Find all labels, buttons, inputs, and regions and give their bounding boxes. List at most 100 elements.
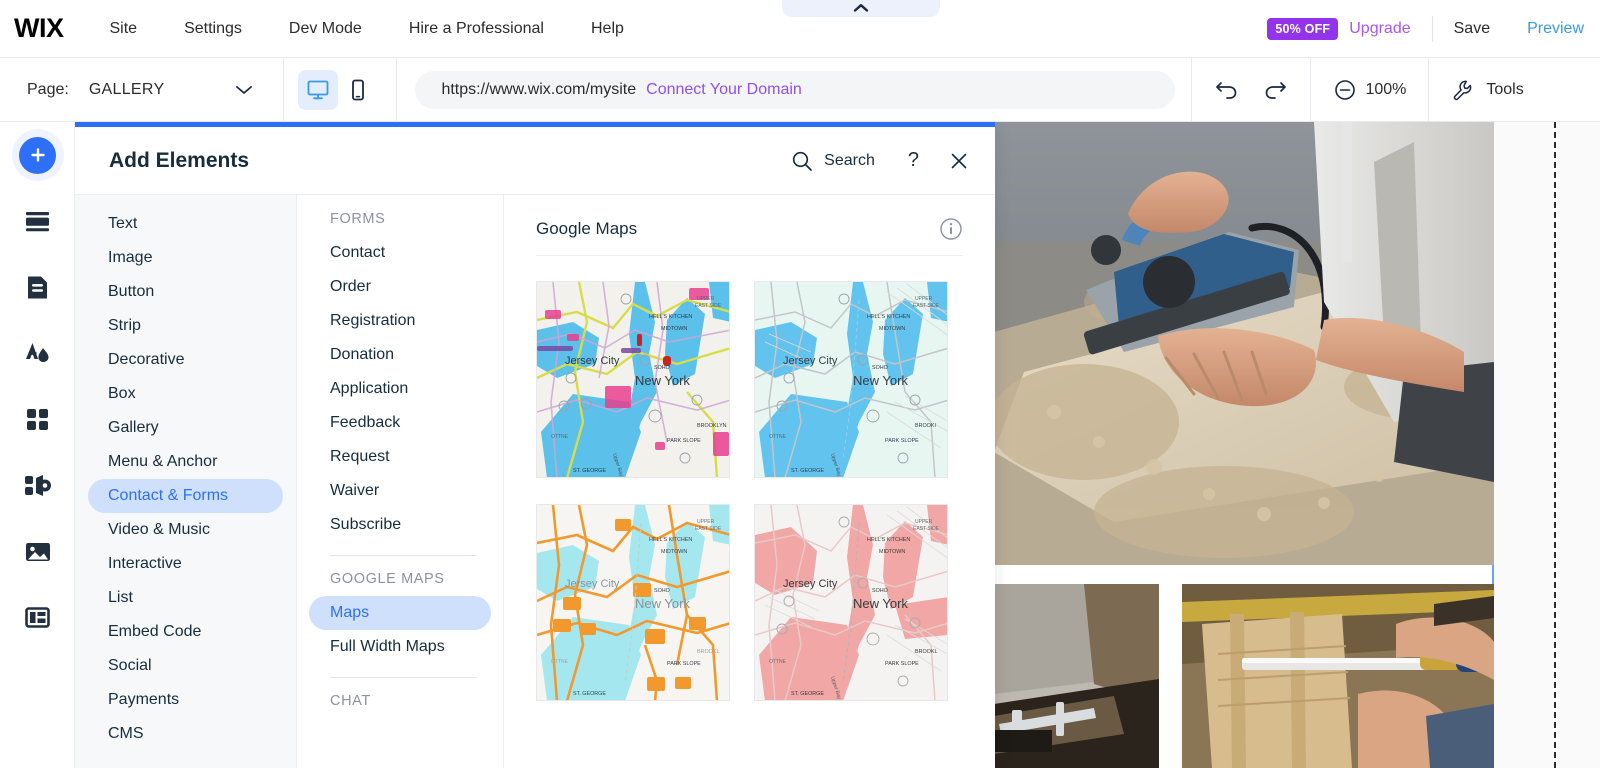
search-label: Search xyxy=(824,151,875,169)
sidebar-item-site-pages[interactable] xyxy=(0,188,75,254)
subgroup-heading-chat: CHAT xyxy=(330,693,371,709)
subitem-application[interactable]: Application xyxy=(309,372,491,406)
svg-text:Jersey City: Jersey City xyxy=(565,578,620,590)
wix-logo[interactable]: WIX xyxy=(14,13,64,44)
panel-title: Add Elements xyxy=(109,148,250,172)
category-list[interactable]: Text Image Button Strip Decorative Box G… xyxy=(75,195,297,768)
promo-badge: 50% OFF xyxy=(1267,17,1339,40)
mobile-view-button[interactable] xyxy=(338,70,378,110)
close-icon xyxy=(951,153,967,168)
canvas-guide-line xyxy=(1554,122,1556,768)
search-button[interactable]: Search xyxy=(791,150,875,172)
redo-button[interactable] xyxy=(1262,79,1288,101)
close-panel-button[interactable] xyxy=(949,151,969,171)
tools-button[interactable]: Tools xyxy=(1429,78,1543,102)
category-list[interactable]: List xyxy=(88,581,283,615)
sidebar-item-cms[interactable] xyxy=(0,584,75,650)
desktop-view-button[interactable] xyxy=(298,69,339,110)
menu-item-hire-a-professional[interactable]: Hire a Professional xyxy=(409,14,544,44)
collapse-toolbar-button[interactable] xyxy=(782,0,940,17)
chevron-up-icon xyxy=(853,4,869,12)
svg-text:OTTNE: OTTNE xyxy=(551,659,569,665)
help-button[interactable]: ? xyxy=(908,149,919,172)
svg-text:MIDTOWN: MIDTOWN xyxy=(879,549,905,555)
map-thumb-pink[interactable]: Jersey City New York HELL'S KITCHEN MIDT… xyxy=(754,504,948,701)
category-image[interactable]: Image xyxy=(88,241,283,275)
sidebar-item-add-apps[interactable] xyxy=(0,452,75,518)
theme-icon xyxy=(26,342,49,362)
undo-icon xyxy=(1216,81,1237,99)
chevron-down-icon xyxy=(236,85,253,94)
subcategory-list[interactable]: FORMS Contact Order Registration Donatio… xyxy=(297,195,504,768)
category-cms[interactable]: CMS xyxy=(88,717,283,751)
upgrade-link[interactable]: Upgrade xyxy=(1349,20,1410,38)
top-actions: 50% OFF Upgrade Save Preview xyxy=(1267,15,1584,42)
pages-icon xyxy=(26,211,49,231)
zoom-level: 100% xyxy=(1365,80,1407,98)
svg-text:New York: New York xyxy=(635,596,690,611)
category-button[interactable]: Button xyxy=(88,275,283,309)
site-stage[interactable] xyxy=(994,122,1494,768)
connect-domain-link[interactable]: Connect Your Domain xyxy=(646,81,802,99)
subitem-request[interactable]: Request xyxy=(309,440,491,474)
subitem-feedback[interactable]: Feedback xyxy=(309,406,491,440)
subitem-full-width-maps[interactable]: Full Width Maps xyxy=(309,630,491,664)
sidebar-item-add-elements[interactable] xyxy=(0,122,75,188)
save-button[interactable]: Save xyxy=(1454,20,1490,38)
subitem-donation[interactable]: Donation xyxy=(309,338,491,372)
category-strip[interactable]: Strip xyxy=(88,309,283,343)
category-decorative[interactable]: Decorative xyxy=(88,343,283,377)
category-video-music[interactable]: Video & Music xyxy=(88,513,283,547)
panel-body: Text Image Button Strip Decorative Box G… xyxy=(75,195,995,768)
svg-text:PARK SLOPE: PARK SLOPE xyxy=(885,661,919,667)
lower-right-image[interactable] xyxy=(1182,584,1494,768)
map-thumb-standard[interactable]: Jersey City New York HELL'S KITCHEN MIDT… xyxy=(536,281,730,478)
subitem-registration[interactable]: Registration xyxy=(309,304,491,338)
category-payments[interactable]: Payments xyxy=(88,683,283,717)
category-gallery[interactable]: Gallery xyxy=(88,411,283,445)
subitem-contact[interactable]: Contact xyxy=(309,236,491,270)
map-thumb-light-blue[interactable]: Jersey City New York HELL'S KITCHEN MIDT… xyxy=(754,281,948,478)
element-gallery: Google Maps Jersey City New York HELL'S … xyxy=(504,195,995,768)
svg-text:New York: New York xyxy=(853,373,908,388)
subitem-maps[interactable]: Maps xyxy=(309,596,491,630)
hero-image[interactable] xyxy=(994,122,1494,565)
category-contact-forms[interactable]: Contact & Forms xyxy=(88,479,283,513)
zoom-out-icon xyxy=(1335,79,1356,100)
category-interactive[interactable]: Interactive xyxy=(88,547,283,581)
svg-text:OTTNE: OTTNE xyxy=(551,434,569,440)
undo-button[interactable] xyxy=(1214,79,1240,101)
add-icon xyxy=(19,136,56,174)
site-url-bar[interactable]: https://www.wix.com/mysite Connect Your … xyxy=(415,70,1176,109)
sidebar-item-apps[interactable] xyxy=(0,386,75,452)
current-page-name[interactable]: GALLERY xyxy=(89,81,165,99)
page-selector-dropdown[interactable] xyxy=(234,84,254,96)
sidebar-item-site-theme[interactable] xyxy=(0,320,75,386)
preview-button[interactable]: Preview xyxy=(1527,20,1584,38)
menu-item-help[interactable]: Help xyxy=(591,14,624,44)
lower-left-image[interactable] xyxy=(994,584,1159,768)
svg-text:MIDTOWN: MIDTOWN xyxy=(661,326,687,332)
menu-item-site[interactable]: Site xyxy=(110,14,138,44)
svg-text:ST. GEORGE: ST. GEORGE xyxy=(791,468,824,474)
category-menu-anchor[interactable]: Menu & Anchor xyxy=(88,445,283,479)
category-social[interactable]: Social xyxy=(88,649,283,683)
category-text[interactable]: Text xyxy=(88,207,283,241)
add-apps-icon xyxy=(25,474,51,496)
menu-item-settings[interactable]: Settings xyxy=(184,14,242,44)
category-box[interactable]: Box xyxy=(88,377,283,411)
subgroup-heading-google-maps: GOOGLE MAPS xyxy=(330,571,445,587)
mobile-icon xyxy=(352,79,365,100)
category-embed-code[interactable]: Embed Code xyxy=(88,615,283,649)
svg-text:EAST SIDE: EAST SIDE xyxy=(695,303,722,309)
zoom-control[interactable]: 100% xyxy=(1311,78,1428,102)
sidebar-item-media[interactable] xyxy=(0,518,75,584)
info-icon[interactable] xyxy=(939,217,963,241)
svg-text:HELL'S KITCHEN: HELL'S KITCHEN xyxy=(867,537,910,543)
menu-item-dev-mode[interactable]: Dev Mode xyxy=(289,14,362,44)
subitem-waiver[interactable]: Waiver xyxy=(309,474,491,508)
sidebar-item-page-design[interactable] xyxy=(0,254,75,320)
map-thumb-orange[interactable]: Jersey City New York HELL'S KITCHEN MIDT… xyxy=(536,504,730,701)
subitem-subscribe[interactable]: Subscribe xyxy=(309,508,491,542)
subitem-order[interactable]: Order xyxy=(309,270,491,304)
